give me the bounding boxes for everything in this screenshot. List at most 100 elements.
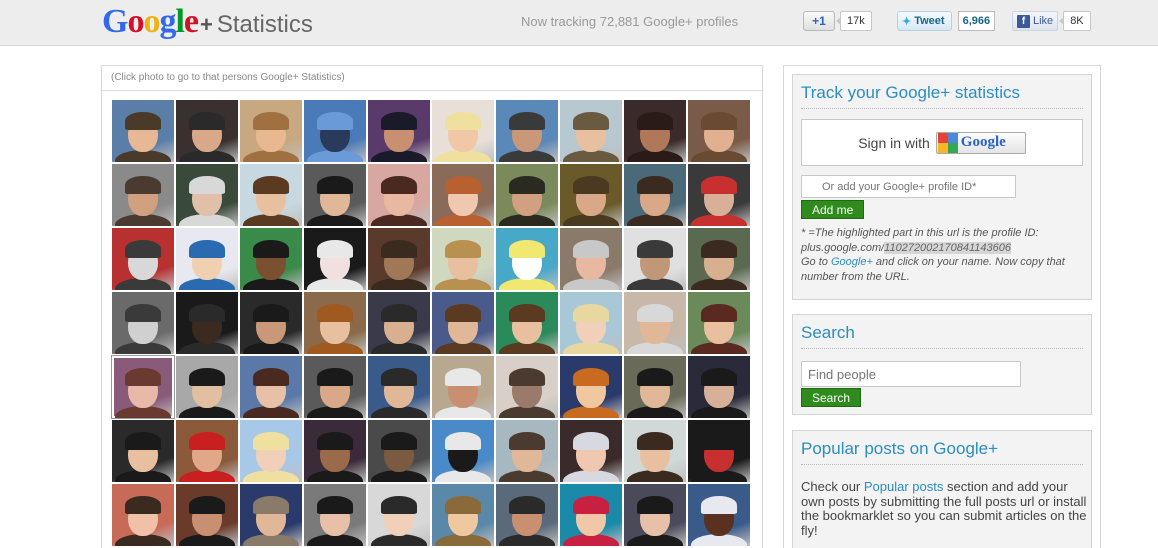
profile-photo[interactable] bbox=[560, 484, 622, 546]
profile-photo[interactable] bbox=[624, 356, 686, 418]
profile-photo[interactable] bbox=[240, 356, 302, 418]
profile-photo[interactable] bbox=[560, 228, 622, 290]
profile-photo[interactable] bbox=[304, 164, 366, 226]
profile-photo[interactable] bbox=[240, 484, 302, 546]
popular-posts-link[interactable]: Popular posts bbox=[864, 479, 944, 494]
profile-photo[interactable] bbox=[496, 484, 558, 546]
profile-photo[interactable] bbox=[240, 420, 302, 482]
profile-photo[interactable] bbox=[240, 164, 302, 226]
portrait-hair bbox=[445, 112, 481, 131]
like-count: 8K bbox=[1059, 11, 1091, 31]
plus-one-count: 17k bbox=[836, 11, 872, 31]
profile-photo[interactable] bbox=[560, 420, 622, 482]
portrait-hair bbox=[317, 496, 353, 515]
profile-photo[interactable] bbox=[624, 420, 686, 482]
profile-photo[interactable] bbox=[624, 228, 686, 290]
portrait-hair bbox=[253, 112, 289, 131]
profile-photo[interactable] bbox=[176, 228, 238, 290]
profile-photo[interactable] bbox=[112, 228, 174, 290]
portrait-hair bbox=[253, 432, 289, 451]
profile-photo[interactable] bbox=[624, 484, 686, 546]
logo-letter: o bbox=[143, 3, 160, 40]
profile-photo[interactable] bbox=[432, 420, 494, 482]
profile-photo[interactable] bbox=[368, 164, 430, 226]
profile-photo[interactable] bbox=[176, 356, 238, 418]
profile-photo[interactable] bbox=[688, 420, 750, 482]
search-button[interactable]: Search bbox=[801, 388, 862, 407]
profile-photo[interactable] bbox=[624, 164, 686, 226]
facebook-like-button[interactable]: f Like bbox=[1012, 11, 1059, 31]
site-logo[interactable]: G o o g l e + Statistics bbox=[102, 2, 313, 42]
profile-photo[interactable] bbox=[304, 484, 366, 546]
profile-photo[interactable] bbox=[176, 484, 238, 546]
profile-photo[interactable] bbox=[432, 292, 494, 354]
profile-photo[interactable] bbox=[432, 484, 494, 546]
profile-photo[interactable] bbox=[240, 100, 302, 162]
profile-photo[interactable] bbox=[496, 100, 558, 162]
profile-photo[interactable] bbox=[496, 164, 558, 226]
portrait-hair bbox=[637, 112, 673, 131]
google-signin-button[interactable]: Google bbox=[935, 131, 1026, 154]
profile-photo[interactable] bbox=[432, 356, 494, 418]
profile-photo[interactable] bbox=[368, 484, 430, 546]
profile-photo[interactable] bbox=[688, 292, 750, 354]
profile-photo[interactable] bbox=[688, 228, 750, 290]
track-stats-title: Track your Google+ statistics bbox=[801, 83, 1083, 109]
plus-one-button[interactable]: +1 bbox=[803, 11, 835, 31]
portrait-hair bbox=[381, 112, 417, 131]
profile-photo[interactable] bbox=[176, 100, 238, 162]
profile-photo[interactable] bbox=[432, 164, 494, 226]
find-people-input[interactable] bbox=[801, 361, 1021, 387]
portrait-hair bbox=[701, 176, 737, 195]
google-plus-link[interactable]: Google+ bbox=[831, 256, 873, 268]
site-header: G o o g l e + Statistics Now tracking 72… bbox=[0, 0, 1158, 46]
portrait-hair bbox=[125, 496, 161, 515]
profile-photo[interactable] bbox=[240, 292, 302, 354]
profile-photo[interactable] bbox=[304, 100, 366, 162]
profile-photo[interactable] bbox=[688, 100, 750, 162]
profile-photo[interactable] bbox=[496, 228, 558, 290]
profile-photo[interactable] bbox=[112, 484, 174, 546]
profile-photo[interactable] bbox=[112, 100, 174, 162]
profile-photo[interactable] bbox=[112, 292, 174, 354]
profile-photo[interactable] bbox=[432, 100, 494, 162]
profile-photo[interactable] bbox=[112, 164, 174, 226]
profile-photo[interactable] bbox=[496, 292, 558, 354]
profile-photo[interactable] bbox=[496, 420, 558, 482]
profile-photo[interactable] bbox=[176, 292, 238, 354]
profile-photo[interactable] bbox=[368, 292, 430, 354]
profile-photo[interactable] bbox=[368, 228, 430, 290]
profile-id-help-note: * =The highlighted part in this url is t… bbox=[801, 226, 1086, 284]
profile-photo[interactable] bbox=[368, 100, 430, 162]
profile-photo[interactable] bbox=[304, 292, 366, 354]
profile-id-input[interactable] bbox=[801, 175, 1016, 198]
profile-photo[interactable] bbox=[496, 356, 558, 418]
profile-photo[interactable] bbox=[560, 100, 622, 162]
profile-photo[interactable] bbox=[688, 164, 750, 226]
profile-photo[interactable] bbox=[624, 100, 686, 162]
profile-photo[interactable] bbox=[240, 228, 302, 290]
profile-photo[interactable] bbox=[112, 420, 174, 482]
profile-photo[interactable] bbox=[112, 356, 174, 418]
portrait-hair bbox=[637, 304, 673, 323]
profile-photo[interactable] bbox=[560, 292, 622, 354]
profile-photo[interactable] bbox=[368, 356, 430, 418]
profile-photo[interactable] bbox=[176, 164, 238, 226]
profile-photo[interactable] bbox=[304, 356, 366, 418]
portrait-hair bbox=[445, 368, 481, 387]
profile-photo[interactable] bbox=[304, 228, 366, 290]
add-me-button[interactable]: Add me bbox=[801, 200, 865, 219]
sidebar: Track your Google+ statistics Sign in wi… bbox=[783, 65, 1101, 548]
profile-photo[interactable] bbox=[688, 484, 750, 546]
profile-photo[interactable] bbox=[176, 420, 238, 482]
signin-text: Sign in with bbox=[858, 134, 930, 151]
profile-photo[interactable] bbox=[368, 420, 430, 482]
profile-photo[interactable] bbox=[560, 356, 622, 418]
profile-photo[interactable] bbox=[560, 164, 622, 226]
profile-photo[interactable] bbox=[688, 356, 750, 418]
portrait-hair bbox=[381, 240, 417, 259]
profile-photo[interactable] bbox=[304, 420, 366, 482]
tweet-button[interactable]: ✦ Tweet bbox=[897, 11, 952, 31]
profile-photo[interactable] bbox=[432, 228, 494, 290]
profile-photo[interactable] bbox=[624, 292, 686, 354]
